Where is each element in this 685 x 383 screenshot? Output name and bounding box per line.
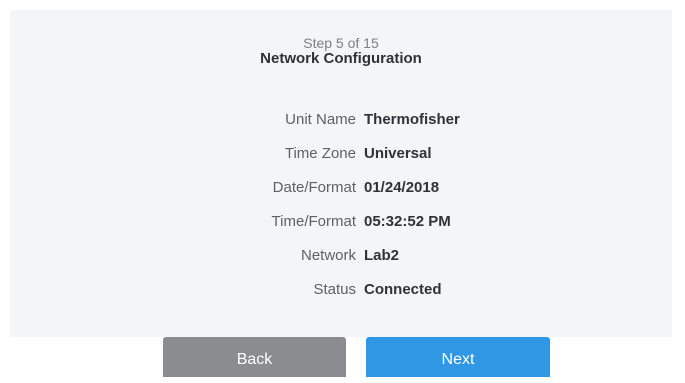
summary-row-value: Connected (364, 281, 442, 298)
summary-row-label: Network (300, 247, 356, 264)
summary-row-value: Lab2 (364, 247, 400, 264)
back-button[interactable]: Back (163, 337, 346, 377)
summary-row-network: Network Lab2 (10, 244, 672, 278)
summary-row-unit-name: Unit Name Thermofisher (10, 108, 672, 142)
summary-row-date-format: Date/Format 01/24/2018 (10, 176, 672, 210)
summary-list: Unit Name Thermofisher Time Zone Univers… (10, 108, 672, 312)
summary-row-time-zone: Time Zone Universal (10, 142, 672, 176)
summary-row-value: 01/24/2018 (364, 179, 440, 196)
summary-row-value: Universal (364, 145, 432, 162)
summary-row-status: Status Connected (10, 278, 672, 312)
summary-row-label: Time/Format (271, 213, 356, 230)
summary-row-label: Time Zone (284, 145, 356, 162)
page-title: Network Configuration (260, 50, 422, 67)
summary-panel: Step 5 of 15 Network Configuration Unit … (10, 10, 672, 337)
summary-row-label: Unit Name (285, 111, 356, 128)
summary-row-time-format: Time/Format 05:32:52 PM (10, 210, 672, 244)
next-button[interactable]: Next (366, 337, 550, 377)
summary-row-value: Thermofisher (364, 111, 460, 128)
summary-row-label: Status (313, 281, 356, 298)
summary-row-value: 05:32:52 PM (364, 213, 451, 230)
summary-row-label: Date/Format (272, 179, 356, 196)
